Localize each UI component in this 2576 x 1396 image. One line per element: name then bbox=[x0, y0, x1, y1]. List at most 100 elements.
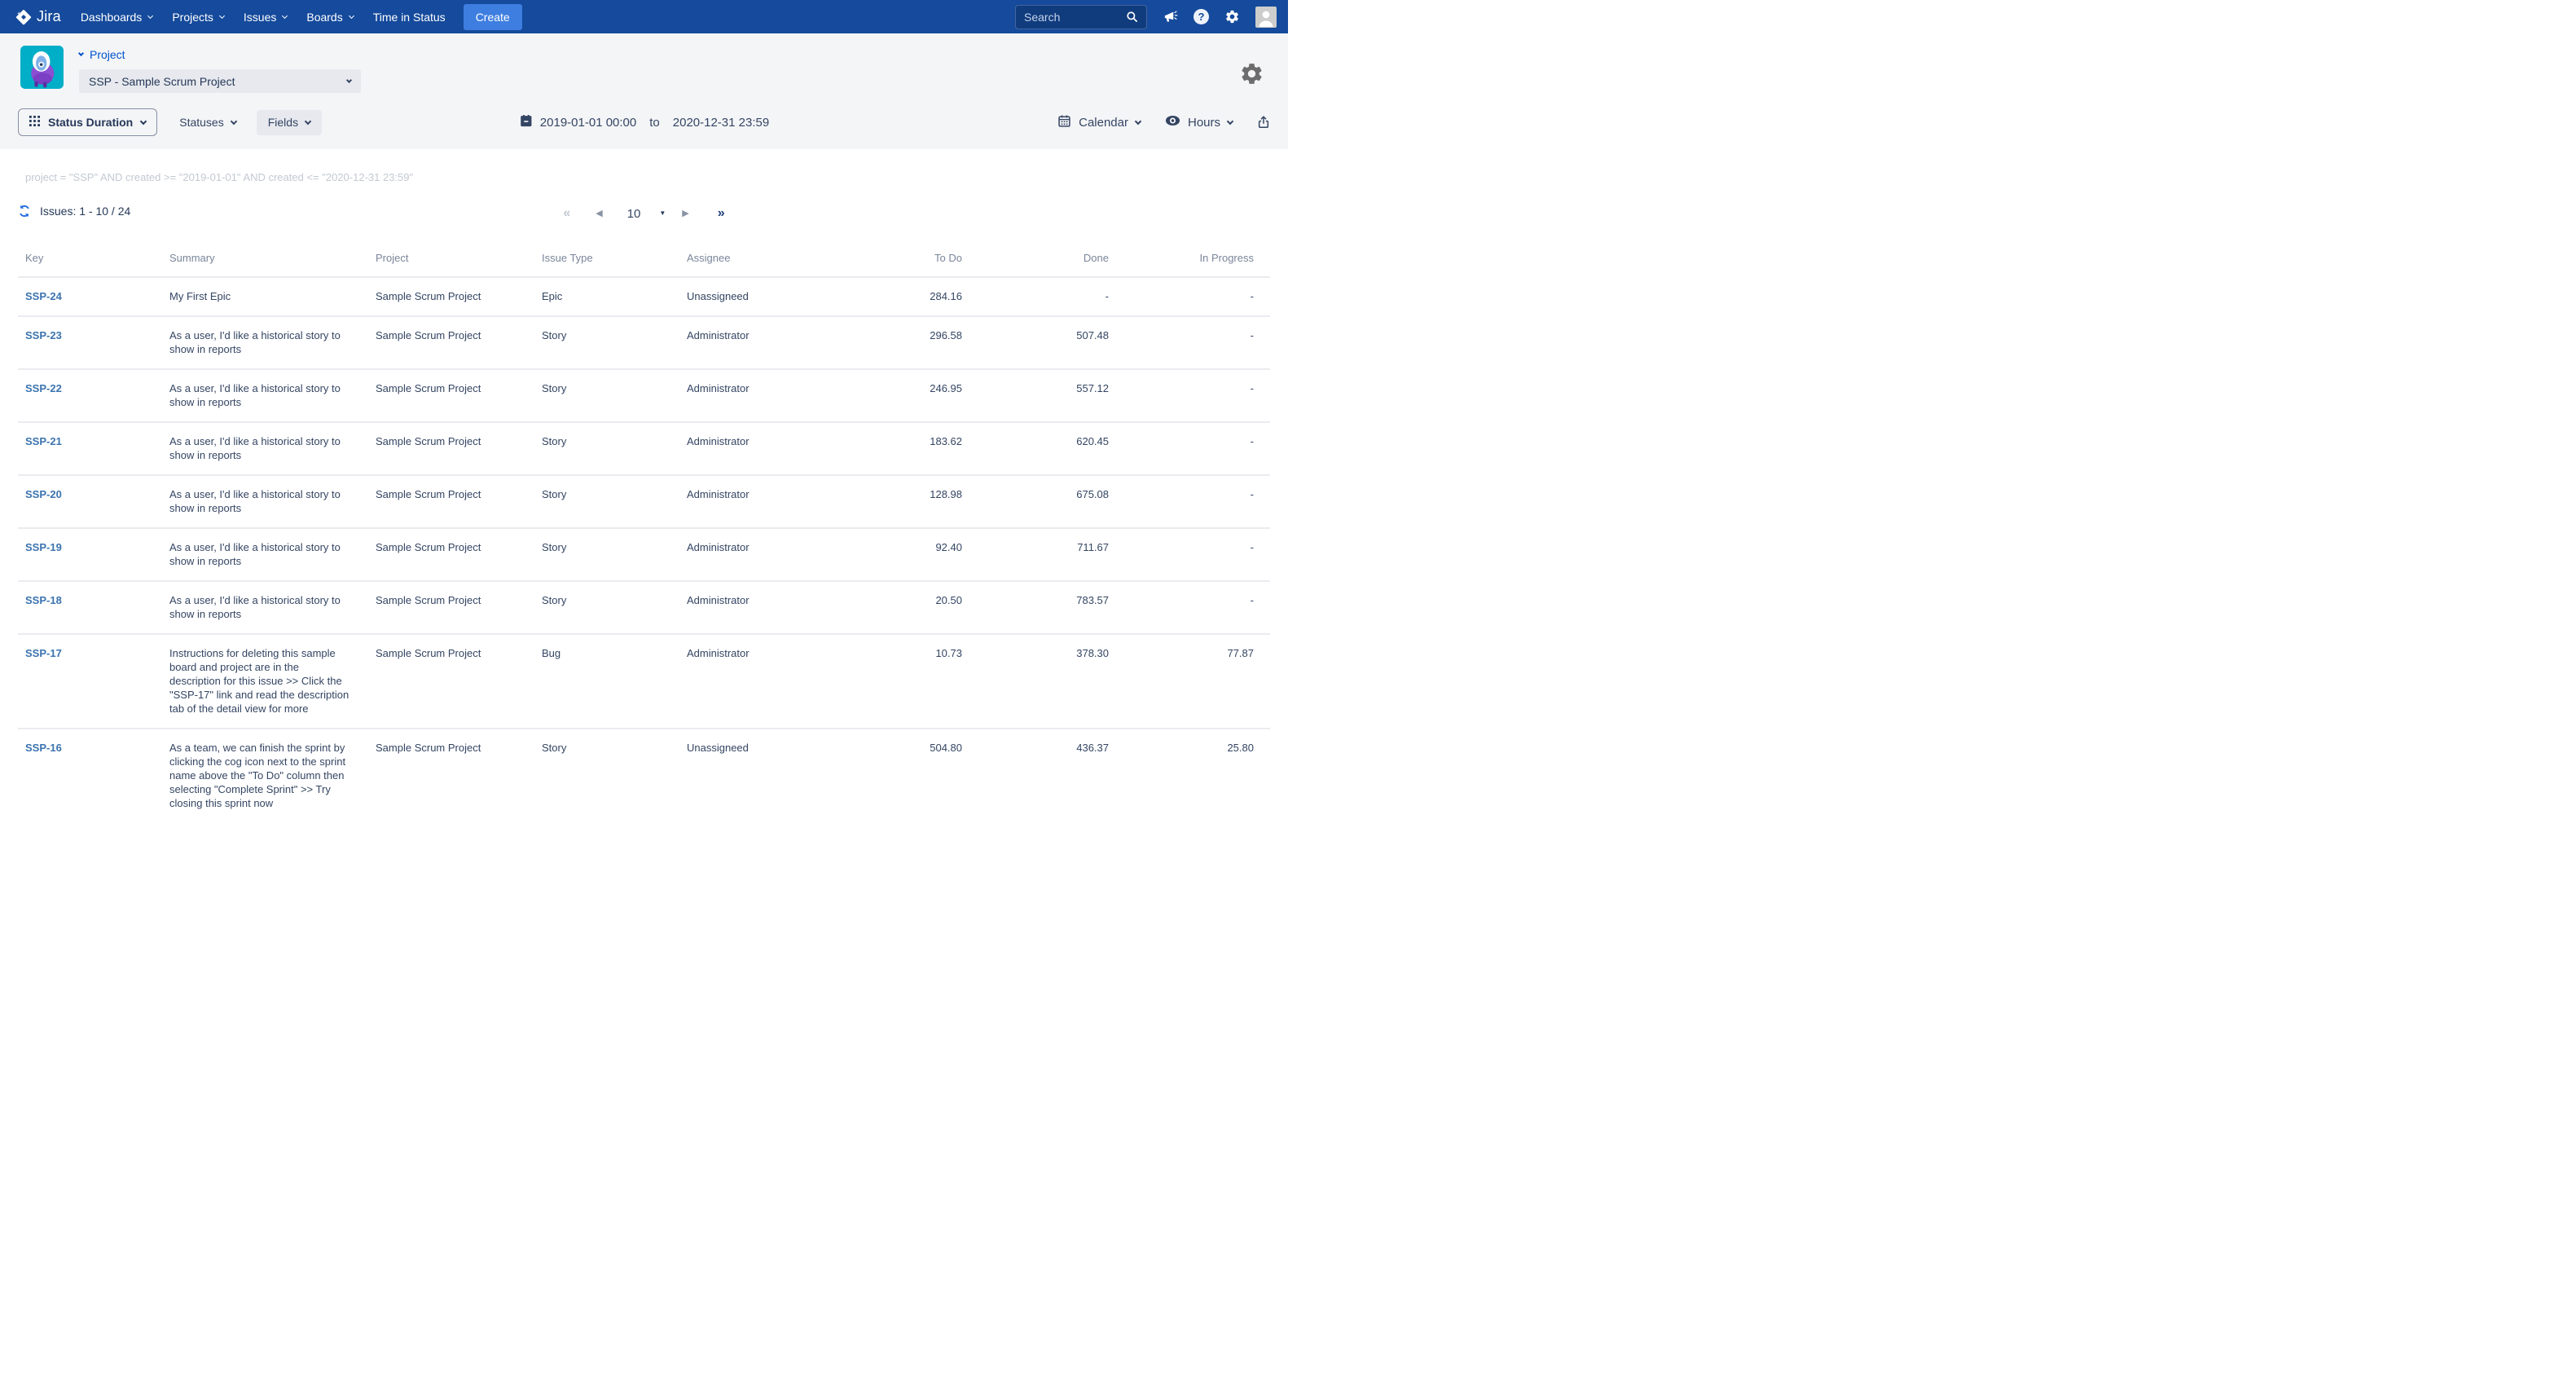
chevron-down-icon bbox=[147, 12, 153, 18]
chevron-down-icon bbox=[349, 12, 354, 18]
issue-key-link[interactable]: SSP-16 bbox=[25, 742, 62, 754]
cell-project: Sample Scrum Project bbox=[376, 634, 542, 729]
nav-item-dashboards[interactable]: Dashboards bbox=[71, 0, 163, 33]
cell-to-do: 296.58 bbox=[833, 316, 962, 369]
table-row: SSP-24 My First Epic Sample Scrum Projec… bbox=[18, 277, 1270, 316]
cell-project: Sample Scrum Project bbox=[376, 729, 542, 822]
project-avatar bbox=[20, 46, 64, 89]
column-header-issue-type: Issue Type bbox=[542, 247, 687, 277]
user-avatar[interactable] bbox=[1255, 7, 1277, 28]
issue-key-link[interactable]: SSP-24 bbox=[25, 290, 62, 302]
cell-to-do: 20.50 bbox=[833, 581, 962, 634]
feedback-megaphone-icon[interactable] bbox=[1163, 9, 1178, 24]
cell-issue-type: Story bbox=[542, 422, 687, 475]
calendar-mode-dropdown[interactable]: Calendar bbox=[1057, 114, 1141, 131]
cell-issue-type: Story bbox=[542, 475, 687, 528]
table-row: SSP-18 As a user, I'd like a historical … bbox=[18, 581, 1270, 634]
cell-to-do: 246.95 bbox=[833, 369, 962, 422]
cell-in-progress: - bbox=[1109, 316, 1270, 369]
search-input[interactable] bbox=[1024, 11, 1126, 24]
cell-done: 507.48 bbox=[962, 316, 1109, 369]
issue-key-link[interactable]: SSP-22 bbox=[25, 382, 62, 394]
cell-to-do: 10.73 bbox=[833, 634, 962, 729]
column-header-summary: Summary bbox=[169, 247, 376, 277]
cell-key: SSP-17 bbox=[18, 634, 169, 729]
report-settings-gear-icon[interactable] bbox=[1239, 61, 1264, 90]
cell-done: 378.30 bbox=[962, 634, 1109, 729]
column-header-project: Project bbox=[376, 247, 542, 277]
first-page-button[interactable]: « bbox=[563, 207, 570, 220]
report-type-button[interactable]: Status Duration bbox=[18, 108, 157, 136]
last-page-button[interactable]: » bbox=[718, 207, 725, 220]
cell-issue-type: Bug bbox=[542, 634, 687, 729]
table-row: SSP-20 As a user, I'd like a historical … bbox=[18, 475, 1270, 528]
cell-key: SSP-24 bbox=[18, 277, 169, 316]
chevron-down-icon bbox=[346, 77, 352, 82]
search-box[interactable] bbox=[1015, 5, 1147, 29]
help-icon[interactable]: ? bbox=[1193, 9, 1209, 24]
column-header-done: Done bbox=[962, 247, 1109, 277]
column-header-to-do: To Do bbox=[833, 247, 962, 277]
cell-assignee: Administrator bbox=[687, 369, 833, 422]
date-range-button[interactable]: 2019-01-01 00:00 to 2020-12-31 23:59 bbox=[519, 114, 769, 131]
brand-name: Jira bbox=[37, 8, 61, 25]
cell-done: 436.37 bbox=[962, 729, 1109, 822]
statuses-dropdown[interactable]: Statuses bbox=[179, 116, 235, 129]
cell-summary: My First Epic bbox=[169, 277, 376, 316]
nav-item-time-in-status[interactable]: Time in Status bbox=[363, 0, 455, 33]
search-icon[interactable] bbox=[1126, 11, 1138, 23]
issue-key-link[interactable]: SSP-20 bbox=[25, 488, 62, 500]
prev-page-button[interactable]: ◀ bbox=[596, 209, 602, 218]
toolbar-right: Calendar Hours bbox=[1033, 114, 1270, 131]
export-button[interactable] bbox=[1257, 116, 1270, 129]
cell-to-do: 284.16 bbox=[833, 277, 962, 316]
cell-issue-type: Epic bbox=[542, 277, 687, 316]
cell-issue-type: Story bbox=[542, 729, 687, 822]
cell-summary: As a user, I'd like a historical story t… bbox=[169, 369, 376, 422]
cell-to-do: 183.62 bbox=[833, 422, 962, 475]
eye-icon bbox=[1165, 115, 1180, 130]
cell-in-progress: - bbox=[1109, 369, 1270, 422]
page-size-value[interactable]: 10 bbox=[627, 208, 641, 220]
cell-assignee: Administrator bbox=[687, 528, 833, 581]
issue-key-link[interactable]: SSP-18 bbox=[25, 594, 62, 606]
project-select[interactable]: SSP - Sample Scrum Project bbox=[79, 69, 361, 93]
cell-issue-type: Story bbox=[542, 369, 687, 422]
issue-key-link[interactable]: SSP-19 bbox=[25, 541, 62, 553]
cell-key: SSP-20 bbox=[18, 475, 169, 528]
table-row: SSP-23 As a user, I'd like a historical … bbox=[18, 316, 1270, 369]
table-row: SSP-21 As a user, I'd like a historical … bbox=[18, 422, 1270, 475]
table-header-row: Key Summary Project Issue Type Assignee … bbox=[18, 247, 1270, 277]
create-button[interactable]: Create bbox=[464, 4, 522, 30]
nav-item-issues[interactable]: Issues bbox=[234, 0, 297, 33]
hours-mode-dropdown[interactable]: Hours bbox=[1165, 115, 1233, 130]
cell-project: Sample Scrum Project bbox=[376, 528, 542, 581]
cell-key: SSP-16 bbox=[18, 729, 169, 822]
cell-in-progress: - bbox=[1109, 528, 1270, 581]
issue-key-link[interactable]: SSP-17 bbox=[25, 647, 62, 659]
jira-logo[interactable]: Jira bbox=[15, 8, 61, 26]
issue-key-link[interactable]: SSP-23 bbox=[25, 329, 62, 341]
cell-in-progress: - bbox=[1109, 277, 1270, 316]
cell-project: Sample Scrum Project bbox=[376, 475, 542, 528]
results-bar: Issues: 1 - 10 / 24 « ◀ 10 ▼ ▶ » bbox=[0, 205, 1288, 222]
refresh-icon[interactable] bbox=[18, 205, 31, 218]
page-size-caret-icon[interactable]: ▼ bbox=[659, 210, 666, 217]
project-section-toggle[interactable]: Project bbox=[79, 48, 1288, 61]
date-to-word: to bbox=[649, 116, 660, 130]
project-select-value: SSP - Sample Scrum Project bbox=[89, 75, 235, 88]
issue-key-link[interactable]: SSP-21 bbox=[25, 435, 62, 447]
nav-item-projects[interactable]: Projects bbox=[162, 0, 234, 33]
report-toolbar: Status Duration Statuses Fields 2019-01-… bbox=[0, 108, 1288, 136]
nav-item-boards[interactable]: Boards bbox=[297, 0, 363, 33]
issues-count: Issues: 1 - 10 / 24 bbox=[40, 205, 130, 218]
cell-assignee: Unassigneed bbox=[687, 277, 833, 316]
top-navbar: Jira Dashboards Projects Issues Boards T… bbox=[0, 0, 1288, 33]
fields-dropdown[interactable]: Fields bbox=[257, 110, 322, 135]
cell-done: 675.08 bbox=[962, 475, 1109, 528]
next-page-button[interactable]: ▶ bbox=[682, 209, 688, 218]
cell-project: Sample Scrum Project bbox=[376, 422, 542, 475]
gear-icon[interactable] bbox=[1224, 9, 1240, 24]
cell-done: - bbox=[962, 277, 1109, 316]
column-header-key: Key bbox=[18, 247, 169, 277]
